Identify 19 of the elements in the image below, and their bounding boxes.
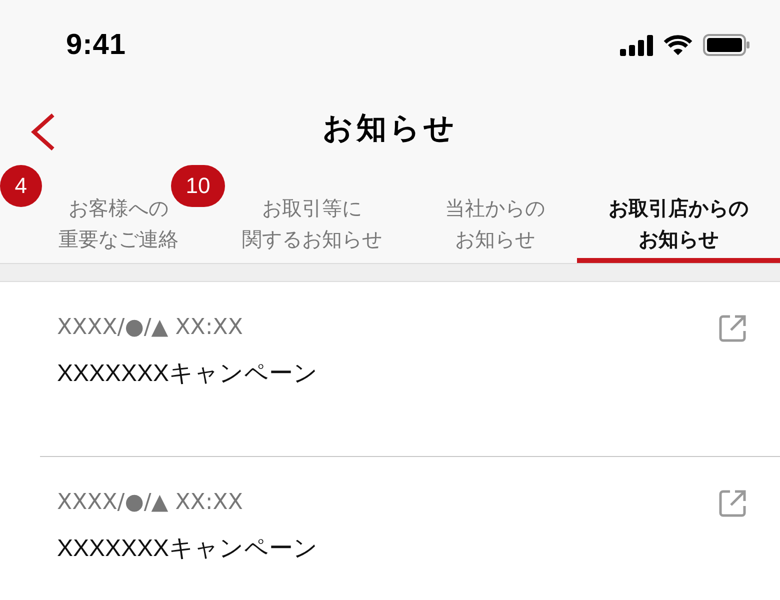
external-link-icon (718, 489, 747, 518)
signal-icon (620, 34, 653, 56)
clock-time: 9:41 (66, 28, 126, 62)
back-button[interactable] (30, 112, 56, 150)
tab[interactable]: お取引店からの お知らせ (576, 165, 780, 263)
notification-badge: 10 (170, 165, 226, 207)
wifi-icon (663, 34, 693, 56)
notice-title: XXXXXXXキャンペーン (57, 359, 318, 389)
notice-date: XXXX/●/▲ XX:XX (57, 314, 243, 342)
chevron-left-icon (30, 112, 56, 150)
tab[interactable]: 当社からの お知らせ (414, 165, 577, 263)
battery-icon (703, 34, 750, 56)
external-link-icon (718, 314, 747, 343)
notice-item[interactable]: XXXX/●/▲ XX:XX XXXXXXXキャンペーン (40, 456, 780, 593)
notice-date: XXXX/●/▲ XX:XX (57, 489, 243, 517)
notice-item[interactable]: XXXX/●/▲ XX:XX XXXXXXXキャンペーン (40, 282, 780, 456)
notification-badge: 4 (0, 165, 42, 207)
notice-title: XXXXXXXキャンペーン (57, 534, 318, 564)
screen-title: お知らせ (322, 110, 458, 148)
